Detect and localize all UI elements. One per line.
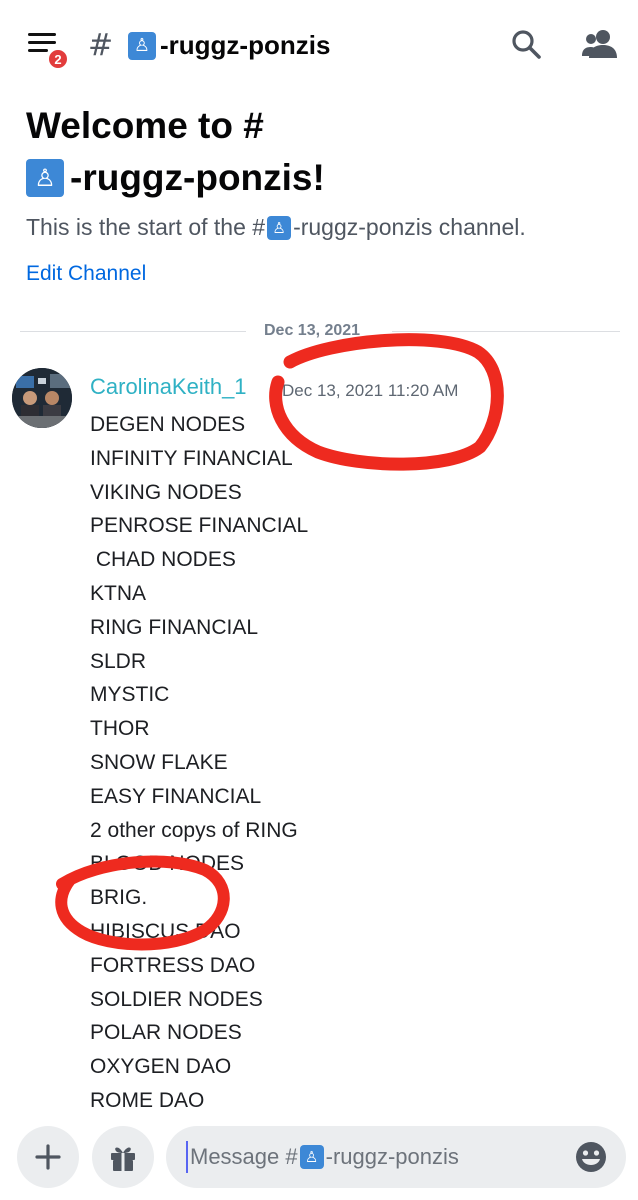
message-line: MYSTIC [90, 683, 170, 707]
message-author[interactable]: CarolinaKeith_1 [90, 374, 247, 400]
message-line: OXYGEN DAO [90, 1055, 232, 1079]
search-icon [512, 30, 541, 59]
message-line: 2 other copys of RING [90, 818, 298, 842]
message-placeholder: Message # ♙ -ruggz-ponzis [190, 1144, 459, 1169]
message-line: KTNA [90, 581, 147, 605]
message-line: SOLDIER NODES [90, 987, 263, 1011]
put-litter-in-its-place-icon: ♙ [26, 159, 64, 197]
message-line: DEGEN NODES [90, 413, 246, 436]
text-caret [186, 1141, 188, 1173]
welcome-title-line2: -ruggz-ponzis! [70, 157, 325, 198]
channel-title[interactable]: ♙ -ruggz-ponzis [128, 30, 330, 61]
message-line: INFINITY FINANCIAL [90, 446, 293, 470]
message-line: THOR [90, 717, 150, 741]
message-line: ROME DAO [90, 1088, 205, 1112]
hash-icon: # [88, 28, 114, 63]
message-line: HIBISCUS DAO [90, 919, 241, 943]
members-icon [582, 30, 617, 58]
message-line: PENROSE FINANCIAL [90, 514, 309, 538]
put-litter-in-its-place-icon: ♙ [299, 1145, 324, 1169]
message-line: POLAR NODES [90, 1021, 242, 1045]
hamburger-menu-icon [28, 33, 56, 36]
message-line: SNOW FLAKE [90, 750, 228, 774]
welcome-title: Welcome to # ♙ -ruggz-ponzis! [26, 100, 606, 204]
attach-button[interactable] [17, 1126, 79, 1188]
channel-name: -ruggz-ponzis [160, 30, 331, 60]
message-timestamp: Dec 13, 2021 11:20 AM [282, 381, 459, 400]
channel-header: 2 # ♙ -ruggz-ponzis [0, 0, 638, 92]
emoji-button[interactable] [574, 1140, 608, 1174]
welcome-title-line1: Welcome to # [26, 105, 264, 146]
gift-icon [111, 1147, 135, 1171]
gift-button[interactable] [92, 1126, 154, 1188]
edit-channel-link[interactable]: Edit Channel [26, 262, 146, 286]
put-litter-in-its-place-icon: ♙ [267, 215, 292, 240]
message-body: DEGEN NODES INFINITY FINANCIAL VIKING NODE… [90, 408, 590, 1118]
message-line: VIKING NODES [90, 480, 242, 504]
message-input[interactable]: Message # ♙ -ruggz-ponzis [166, 1126, 626, 1188]
message-line: CHAD NODES [90, 548, 236, 572]
put-litter-in-its-place-icon: ♙ [128, 31, 156, 60]
plus-icon [35, 1144, 61, 1170]
notification-badge: 2 [46, 47, 70, 71]
message-line: FORTRESS DAO [90, 953, 256, 977]
emoji-icon [576, 1142, 606, 1172]
message-line: BLOOD NODES [90, 852, 245, 876]
search-button[interactable] [508, 26, 544, 62]
avatar[interactable] [12, 368, 72, 428]
date-divider: Dec 13, 2021 [256, 322, 369, 340]
members-button[interactable] [580, 26, 620, 62]
message-composer: Message # ♙ -ruggz-ponzis [0, 1118, 638, 1200]
message-line: SLDR [90, 649, 147, 673]
divider-line-left [20, 331, 246, 332]
message-line: EASY FINANCIAL [90, 784, 262, 808]
message-line: RING FINANCIAL [90, 615, 259, 639]
message-line: BRIG. [90, 886, 148, 910]
divider-line-right [392, 331, 620, 332]
welcome-subtitle: This is the start of the # ♙ -ruggz-ponz… [26, 214, 526, 240]
